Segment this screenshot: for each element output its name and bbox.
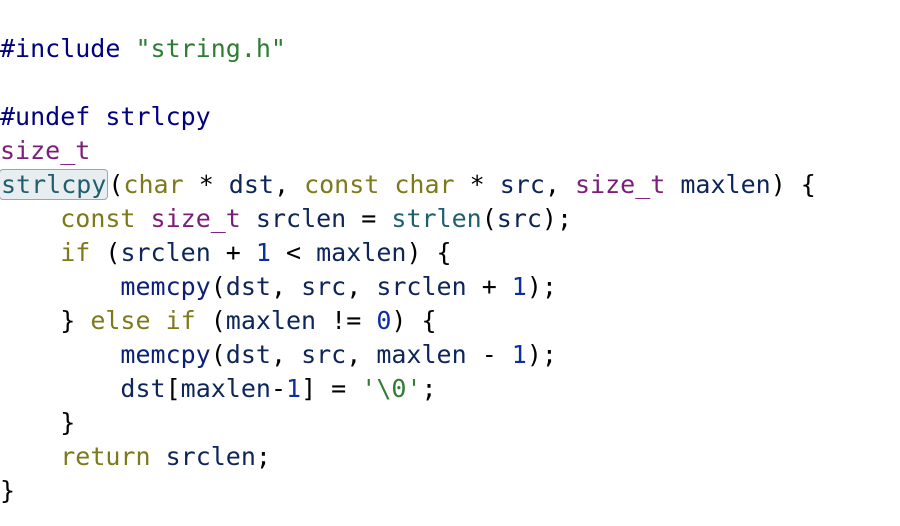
code-token: return [60,442,151,471]
code-token: , [544,170,575,199]
code-token: + [466,272,512,301]
code-token: memcpy [120,272,211,301]
code-line[interactable]: #include "string.h" [0,32,900,66]
code-token: ) { [770,170,816,199]
code-token: dst [225,340,271,369]
code-line[interactable] [0,66,900,100]
code-token: maxlen [680,170,771,199]
code-line[interactable]: #undef strlcpy [0,100,900,134]
code-token: const char [304,170,455,199]
code-editor[interactable]: #include "string.h" #undef strlcpy size_t… [0,32,900,508]
code-token: 1 [286,374,302,403]
code-token: + [210,238,256,267]
code-token: else if [90,306,196,335]
code-token: , [270,340,302,369]
code-line[interactable]: strlcpy(char * dst, const char * src, si… [0,168,900,202]
code-token: if [60,238,91,267]
code-line[interactable]: } [0,406,900,440]
code-line[interactable]: const size_t srclen = strlen(src); [0,202,900,236]
code-token: , [346,272,377,301]
code-token: src [499,170,545,199]
code-token: srclen [255,204,347,233]
code-token: #undef strlcpy [0,102,211,131]
code-token: ] = [301,374,362,403]
code-token: * [183,170,229,199]
code-token: - [466,340,512,369]
code-line[interactable]: } [0,474,900,508]
code-token: ); [526,272,557,301]
code-token: dst [225,272,271,301]
code-token: } [0,408,76,437]
highlighted-symbol[interactable]: strlcpy [0,169,109,200]
code-token: , [346,340,377,369]
code-line[interactable]: dst[maxlen-1] = '\0'; [0,372,900,406]
code-token: ; [255,442,271,471]
code-line[interactable]: memcpy(dst, src, maxlen - 1); [0,338,900,372]
code-token: const [60,204,136,233]
code-token: src [301,272,347,301]
code-token: src [496,204,542,233]
code-token: 1 [511,272,527,301]
code-token: src [301,340,347,369]
code-token: ); [526,340,557,369]
code-token: char [123,170,184,199]
code-token: , [270,272,302,301]
code-token: #include [0,34,136,63]
code-token: [ [165,374,181,403]
code-token: 1 [255,238,271,267]
code-token: size_t [0,136,91,165]
code-token: dst [228,170,274,199]
code-token: ); [541,204,573,233]
code-token: maxlen [376,340,467,369]
code-token: 1 [511,340,527,369]
code-token: srclen [120,238,211,267]
code-line[interactable]: return srclen; [0,440,900,474]
code-token: } [0,476,16,505]
code-token: maxlen [225,306,317,335]
code-token: size_t [150,204,241,233]
code-token: ; [421,374,437,403]
code-token: ( [108,170,124,199]
code-line[interactable]: } else if (maxlen != 0) { [0,304,900,338]
code-token: "string.h" [135,34,286,63]
code-token: != [316,306,377,335]
code-token: ) { [406,238,452,267]
code-token: memcpy [120,340,211,369]
code-token: ) { [391,306,437,335]
code-token: srclen [376,272,467,301]
code-token: } [0,306,91,335]
code-line[interactable]: if (srclen + 1 < maxlen) { [0,236,900,270]
code-token: * [454,170,500,199]
code-token: , [273,170,305,199]
code-token: dst [120,374,166,403]
code-token: ( [210,272,226,301]
code-token: ( [210,340,226,369]
code-token: ( [481,204,497,233]
code-token: ( [195,306,226,335]
code-token: - [270,374,287,403]
code-token: strlen [391,204,482,233]
code-token: 0 [376,306,392,335]
code-token: size_t [575,170,666,199]
code-line[interactable]: memcpy(dst, src, srclen + 1); [0,270,900,304]
code-token: maxlen [316,238,407,267]
code-token: maxlen [180,374,271,403]
code-token: srclen [165,442,256,471]
code-token: ( [90,238,121,267]
code-line[interactable]: size_t [0,134,900,168]
code-token: '\0' [361,374,422,403]
code-token: < [270,238,317,267]
code-token: = [346,204,392,233]
